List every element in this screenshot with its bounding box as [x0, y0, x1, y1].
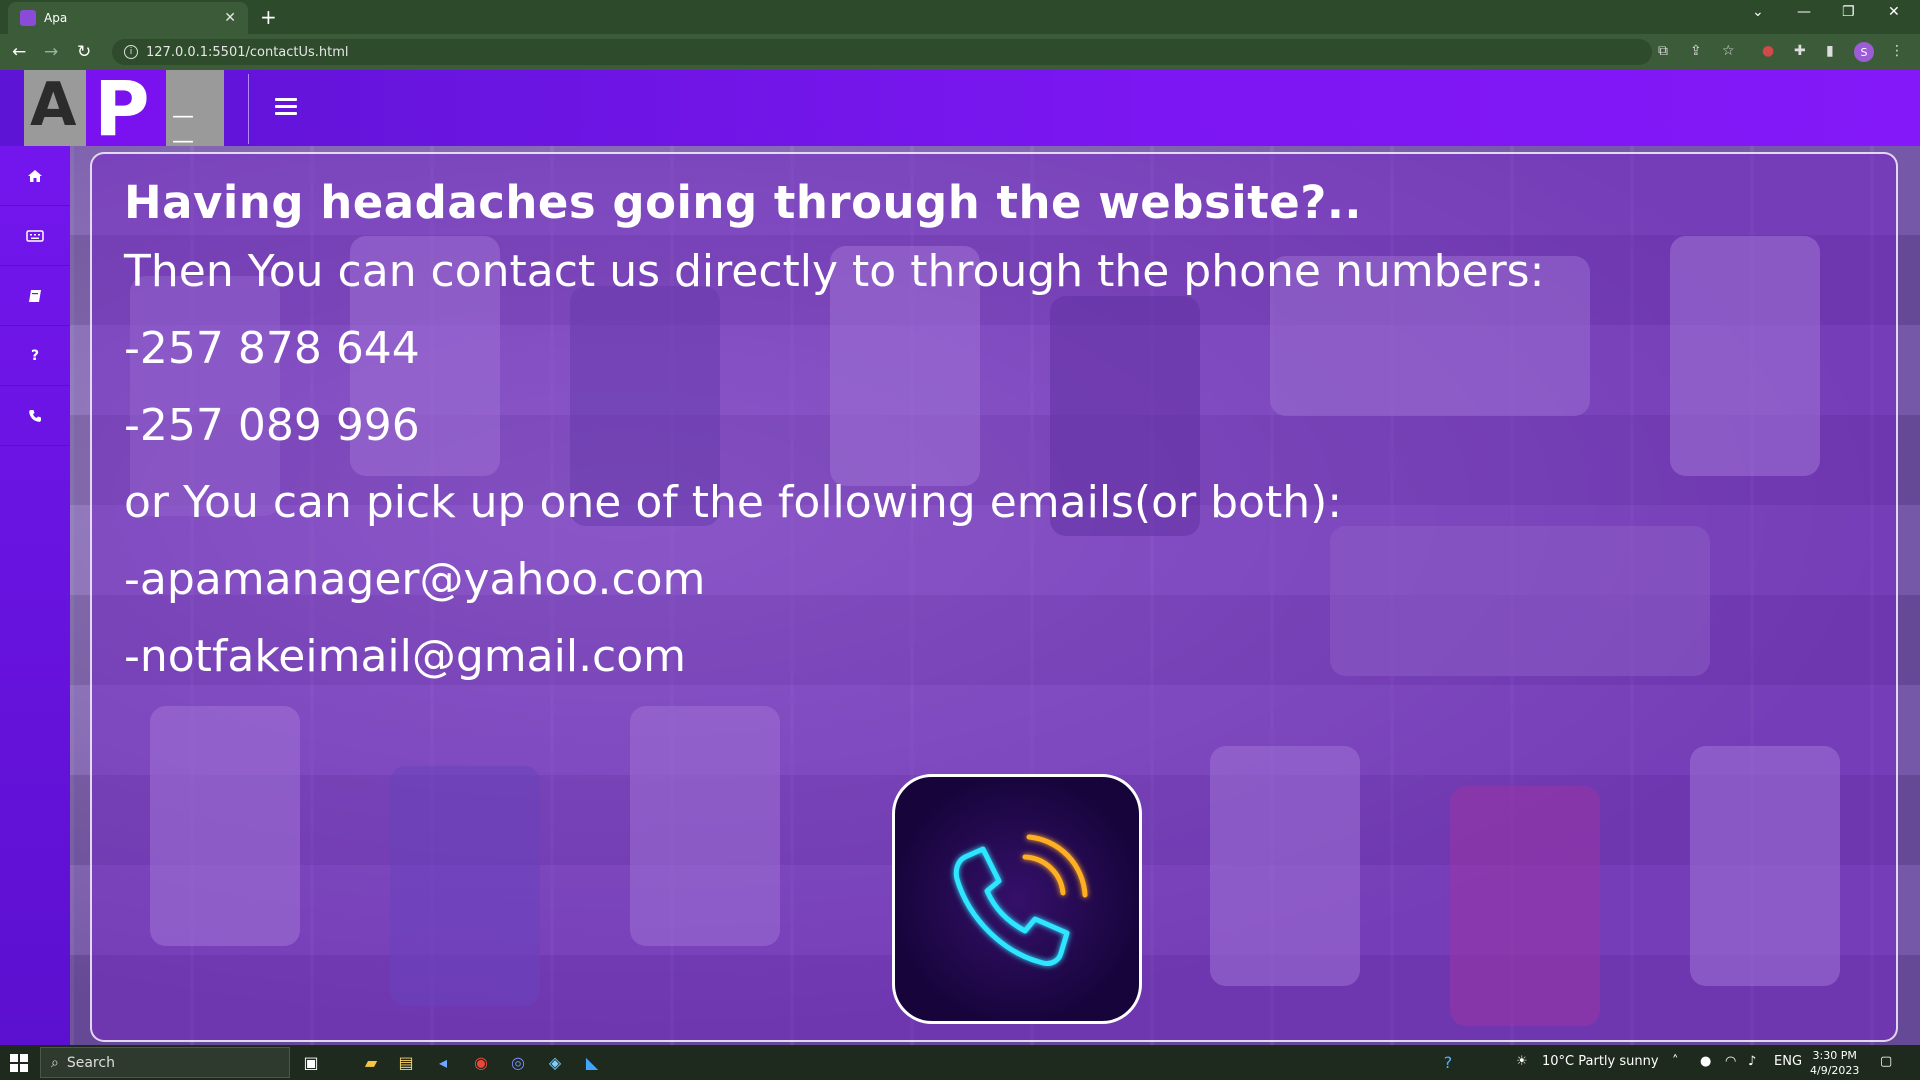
logo-dashes: — — —	[172, 104, 196, 146]
notifications-icon[interactable]: ▢	[1880, 1054, 1892, 1069]
phone-number-1: -257 878 644	[124, 323, 420, 374]
sidebar-item-home[interactable]	[0, 146, 70, 206]
close-tab-icon[interactable]: ✕	[224, 10, 236, 26]
browser-tabbar: Apa ✕ + ⌄ — ❐ ✕	[0, 0, 1920, 34]
favicon-icon	[20, 10, 36, 26]
book-icon	[29, 289, 41, 302]
weather-text[interactable]: 10°C Partly sunny	[1542, 1054, 1659, 1069]
store-icon[interactable]: ▤	[395, 1051, 417, 1073]
sidebar-item-keyboard[interactable]	[0, 206, 70, 266]
hamburger-menu-icon[interactable]	[275, 98, 297, 116]
home-icon	[28, 169, 42, 182]
logo-letter-a: A	[30, 70, 77, 140]
weather-icon: ☀	[1516, 1054, 1528, 1069]
bookmark-star-icon[interactable]: ☆	[1722, 43, 1735, 59]
app-icon[interactable]: ◈	[544, 1051, 566, 1073]
taskbar-search[interactable]: ⌕ Search	[40, 1047, 290, 1078]
content-area: Having headaches going through the websi…	[70, 146, 1920, 1045]
neon-phone-icon	[953, 834, 1088, 966]
vscode-icon[interactable]: ◣	[581, 1051, 603, 1073]
site-logo[interactable]: A P — — —	[24, 70, 224, 146]
wifi-icon[interactable]: ◠	[1725, 1054, 1736, 1069]
web-page: A P — — — ?	[0, 70, 1920, 1045]
chrome-icon[interactable]: ◉	[470, 1051, 492, 1073]
minimize-icon[interactable]: —	[1797, 4, 1811, 20]
side-panel-icon[interactable]: ▮	[1826, 43, 1834, 59]
email-intro: or You can pick up one of the following …	[124, 477, 1343, 528]
windows-start-icon[interactable]	[10, 1054, 28, 1072]
page-heading: Having headaches going through the websi…	[124, 176, 1363, 229]
task-view-icon[interactable]: ▣	[300, 1051, 322, 1073]
search-icon: ⌕	[51, 1054, 59, 1071]
discord-icon[interactable]: ◎	[507, 1051, 529, 1073]
taskbar: ⌕ Search ▣ ▰ ▤ ◂ ◉ ◎ ◈ ◣ ? ☀ 10°C Partly…	[0, 1045, 1920, 1080]
file-explorer-icon[interactable]: ▰	[360, 1051, 382, 1073]
navbar-divider	[248, 74, 249, 144]
new-tab-button[interactable]: +	[260, 5, 277, 29]
clock-date: 4/9/2023	[1810, 1064, 1860, 1077]
logo-letter-p: P	[94, 70, 150, 146]
contact-intro: Then You can contact us directly to thro…	[124, 246, 1545, 297]
extensions-puzzle-icon[interactable]: ✚	[1794, 43, 1806, 59]
keyboard-icon	[26, 229, 44, 242]
email-1: -apamanager@yahoo.com	[124, 554, 706, 605]
sidebar-item-contact[interactable]	[0, 386, 70, 446]
sidebar-item-book[interactable]	[0, 266, 70, 326]
question-icon: ?	[30, 347, 40, 364]
email-2: -notfakeimail@gmail.com	[124, 631, 687, 682]
microphone-icon[interactable]: ●	[1700, 1054, 1711, 1069]
profile-avatar[interactable]: S	[1854, 42, 1874, 62]
tray-chevron-icon[interactable]: ˄	[1672, 1054, 1679, 1069]
clock-time: 3:30 PM	[1812, 1049, 1857, 1062]
browser-toolbar: ← → ↻ i 127.0.0.1:5501/contactUs.html ⧉ …	[0, 34, 1920, 70]
menu-dots-icon[interactable]: ⋮	[1890, 43, 1904, 59]
forward-icon[interactable]: →	[44, 42, 58, 62]
url-text: 127.0.0.1:5501/contactUs.html	[146, 44, 349, 60]
browser-tab[interactable]: Apa ✕	[8, 2, 248, 34]
sidebar: ?	[0, 146, 70, 1045]
share-icon[interactable]: ⇪	[1690, 43, 1702, 59]
back-icon[interactable]: ←	[12, 42, 26, 62]
extension-icon[interactable]: ●	[1762, 43, 1774, 59]
volume-icon[interactable]: ♪	[1748, 1054, 1756, 1069]
address-bar[interactable]: i 127.0.0.1:5501/contactUs.html	[112, 39, 1652, 65]
sidebar-item-help[interactable]: ?	[0, 326, 70, 386]
neon-phone-card	[892, 774, 1142, 1024]
reload-icon[interactable]: ↻	[77, 42, 91, 62]
phone-number-2: -257 089 996	[124, 400, 420, 451]
language-indicator[interactable]: ENG	[1774, 1054, 1802, 1069]
tab-title: Apa	[44, 11, 68, 25]
tab-search-icon[interactable]: ⌄	[1752, 4, 1764, 20]
search-placeholder: Search	[66, 1054, 115, 1071]
contact-panel: Having headaches going through the websi…	[90, 152, 1898, 1042]
clock[interactable]: 3:30 PM 4/9/2023	[1810, 1048, 1859, 1078]
site-info-icon[interactable]: i	[124, 45, 138, 59]
phone-icon	[29, 409, 41, 422]
help-icon[interactable]: ?	[1437, 1051, 1459, 1073]
translate-icon[interactable]: ⧉	[1658, 43, 1668, 59]
top-navbar: A P — — —	[0, 70, 1920, 146]
media-icon[interactable]: ◂	[432, 1051, 454, 1073]
close-window-icon[interactable]: ✕	[1888, 4, 1900, 20]
restore-icon[interactable]: ❐	[1842, 4, 1855, 20]
